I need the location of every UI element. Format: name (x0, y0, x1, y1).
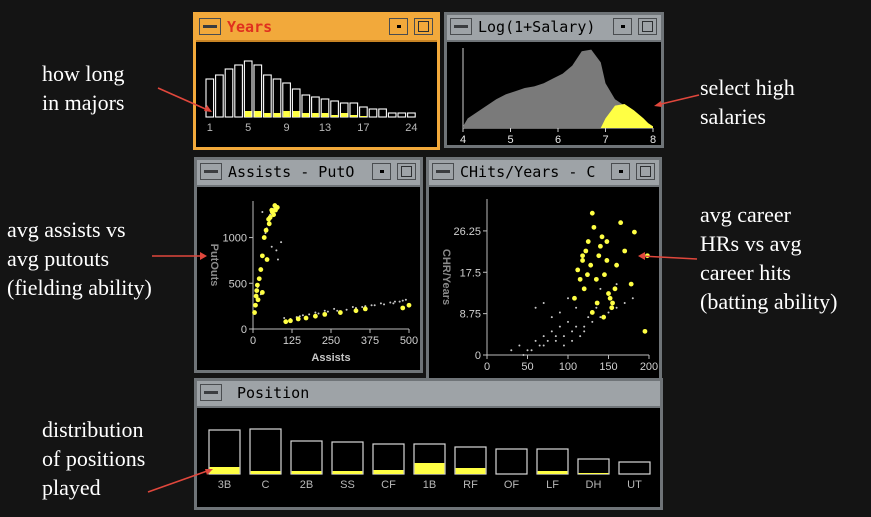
arrowhead-position-icon (205, 469, 213, 475)
arrowhead-salary-icon (654, 101, 662, 107)
arrow-salary (656, 94, 700, 106)
annotation-arrows (147, 87, 700, 493)
arrowhead-fielding-icon (200, 252, 207, 260)
arrow-batting (640, 255, 698, 260)
arrow-years (157, 87, 211, 112)
arrow-position (147, 469, 211, 493)
arrowhead-batting-icon (638, 252, 645, 260)
